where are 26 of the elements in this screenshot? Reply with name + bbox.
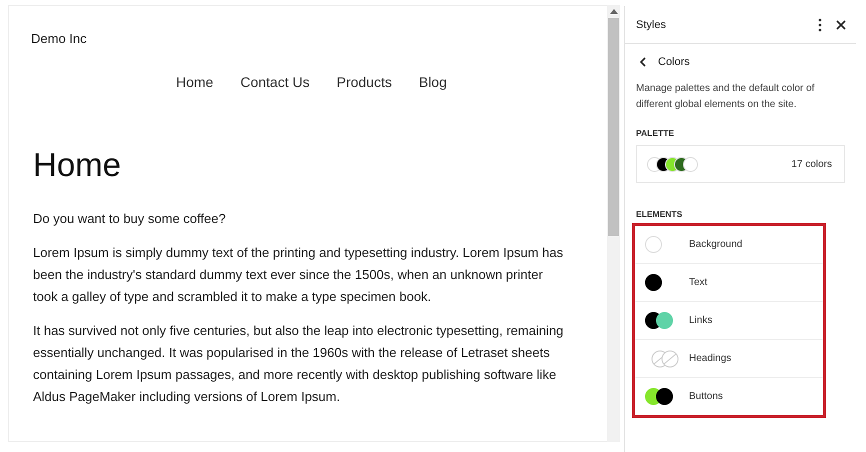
page-heading: Home bbox=[33, 146, 122, 184]
panel-title: Styles bbox=[636, 18, 667, 30]
scrollbar-thumb[interactable] bbox=[608, 18, 619, 236]
more-options-icon[interactable] bbox=[818, 18, 822, 32]
palette-button[interactable]: 17 colors bbox=[636, 145, 845, 183]
nav-link[interactable]: Home bbox=[176, 74, 214, 90]
scrollbar[interactable] bbox=[607, 5, 620, 442]
nav-link[interactable]: Contact Us bbox=[240, 74, 310, 90]
element-item[interactable]: Background bbox=[635, 226, 823, 264]
section-label: PALETTE bbox=[636, 128, 676, 138]
nav-link[interactable]: Products bbox=[336, 74, 392, 90]
section-title: Colors bbox=[658, 56, 690, 68]
element-item[interactable]: Text bbox=[635, 264, 823, 302]
unset-swatch-icon bbox=[651, 350, 680, 368]
paragraph: Lorem Ipsum is simply dummy text of the printing and typesetting industry. Lorem Ipsum has been the industry's standard dummy text ever since the 1500s, when an unknown printer took a galley of type and scrambled it to make a type specimen book. bbox=[33, 244, 564, 306]
nav-link[interactable]: Blog bbox=[418, 74, 447, 90]
paragraph: Do you want to buy some coffee? bbox=[33, 210, 227, 228]
element-item[interactable]: Buttons bbox=[635, 378, 823, 415]
site-title[interactable]: Demo Inc bbox=[31, 31, 87, 46]
description: Manage palettes and the default color of different global elements on the site. bbox=[636, 82, 816, 112]
element-item[interactable]: Headings bbox=[635, 340, 823, 378]
back-icon[interactable] bbox=[640, 57, 646, 67]
paragraph: It has survived not only five centuries, but also the leap into electronic typesetting, remaining essentially unchanged. It was popularised in the 1960s with the release of Letraset sheets containing Lorem Ipsum passages, and more recently with desktop publishing software like Aldus PageMaker including versions of Lorem Ipsum. bbox=[33, 322, 564, 406]
close-icon[interactable] bbox=[836, 20, 846, 30]
element-item[interactable]: Links bbox=[635, 302, 823, 340]
section-label: ELEMENTS bbox=[636, 209, 684, 219]
